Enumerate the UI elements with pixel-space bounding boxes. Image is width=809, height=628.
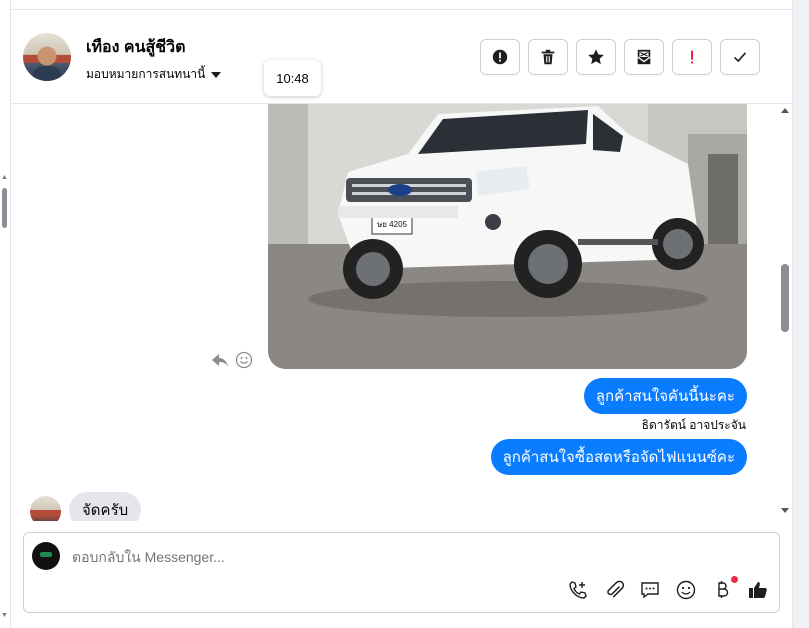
assign-label: มอบหมายการสนทนานี้ xyxy=(86,67,206,81)
notification-dot xyxy=(731,576,738,583)
contact-name[interactable]: เทือง คนสู้ชีวิต xyxy=(86,35,186,60)
saved-reply-icon[interactable] xyxy=(639,579,661,601)
license-plate-text: ษย 4205 xyxy=(377,220,408,229)
trash-icon xyxy=(541,49,555,65)
star-button[interactable] xyxy=(576,39,616,75)
scroll-up-icon[interactable] xyxy=(781,108,789,113)
message-scrollbar[interactable] xyxy=(778,104,792,521)
scroll-down-icon[interactable]: ▼ xyxy=(1,612,8,619)
right-window-edge xyxy=(792,0,809,628)
message-actions xyxy=(211,351,253,369)
page-avatar xyxy=(32,542,60,570)
conversation-panel: เทือง คนสู้ชีวิต มอบหมายการสนทนานี้ 10:4… xyxy=(11,0,792,628)
left-scroll-thumb[interactable] xyxy=(2,188,7,228)
timestamp-tooltip: 10:48 xyxy=(264,60,321,96)
thumbs-up-icon[interactable] xyxy=(747,579,769,601)
mark-important-button[interactable] xyxy=(672,39,712,75)
emoji-icon[interactable] xyxy=(675,579,697,601)
mark-done-button[interactable] xyxy=(720,39,760,75)
left-scrollbar[interactable]: ▲ ▼ xyxy=(0,0,11,628)
delete-button[interactable] xyxy=(528,39,568,75)
scroll-thumb[interactable] xyxy=(781,264,789,332)
star-icon xyxy=(588,49,604,65)
exclamation-circle-icon xyxy=(492,49,508,65)
report-spam-button[interactable] xyxy=(480,39,520,75)
exclamation-icon xyxy=(691,50,694,64)
contact-avatar[interactable] xyxy=(23,33,71,81)
scroll-up-icon[interactable]: ▲ xyxy=(1,174,8,181)
composer-toolbar xyxy=(567,576,769,601)
reply-composer xyxy=(23,532,780,613)
envelope-open-icon xyxy=(637,49,651,65)
baht-icon xyxy=(718,581,729,598)
contact-avatar-small[interactable] xyxy=(30,496,61,521)
car-photo-attachment[interactable]: ษย 4205 xyxy=(268,104,747,369)
assign-conversation-dropdown[interactable]: มอบหมายการสนทนานี้ xyxy=(86,65,222,84)
sender-name: ธิดารัตน์ อาจประจัน xyxy=(641,418,746,432)
mark-unread-button[interactable] xyxy=(624,39,664,75)
phone-add-icon[interactable] xyxy=(567,579,589,601)
payment-button[interactable] xyxy=(711,576,738,601)
message-list[interactable]: ษย 4205 ลูกค้าสนใจคันนี้นะคะ ธิดารัตน์ อ… xyxy=(11,104,792,521)
checkmark-icon xyxy=(734,52,747,63)
outgoing-message[interactable]: ลูกค้าสนใจคันนี้นะคะ xyxy=(583,378,747,414)
reply-input[interactable] xyxy=(72,549,672,565)
paperclip-icon[interactable] xyxy=(603,579,625,601)
car-photo: ษย 4205 xyxy=(268,104,747,369)
scroll-down-icon[interactable] xyxy=(781,508,789,513)
react-emoji-icon[interactable] xyxy=(235,351,253,369)
reply-icon[interactable] xyxy=(211,352,229,368)
caret-down-icon xyxy=(211,71,222,78)
incoming-message[interactable]: จัดครับ xyxy=(69,492,142,521)
outgoing-message[interactable]: ลูกค้าสนใจซื้อสดหรือจัดไฟแนนซ์คะ xyxy=(490,439,747,475)
conversation-header: เทือง คนสู้ชีวิต มอบหมายการสนทนานี้ xyxy=(11,10,792,104)
